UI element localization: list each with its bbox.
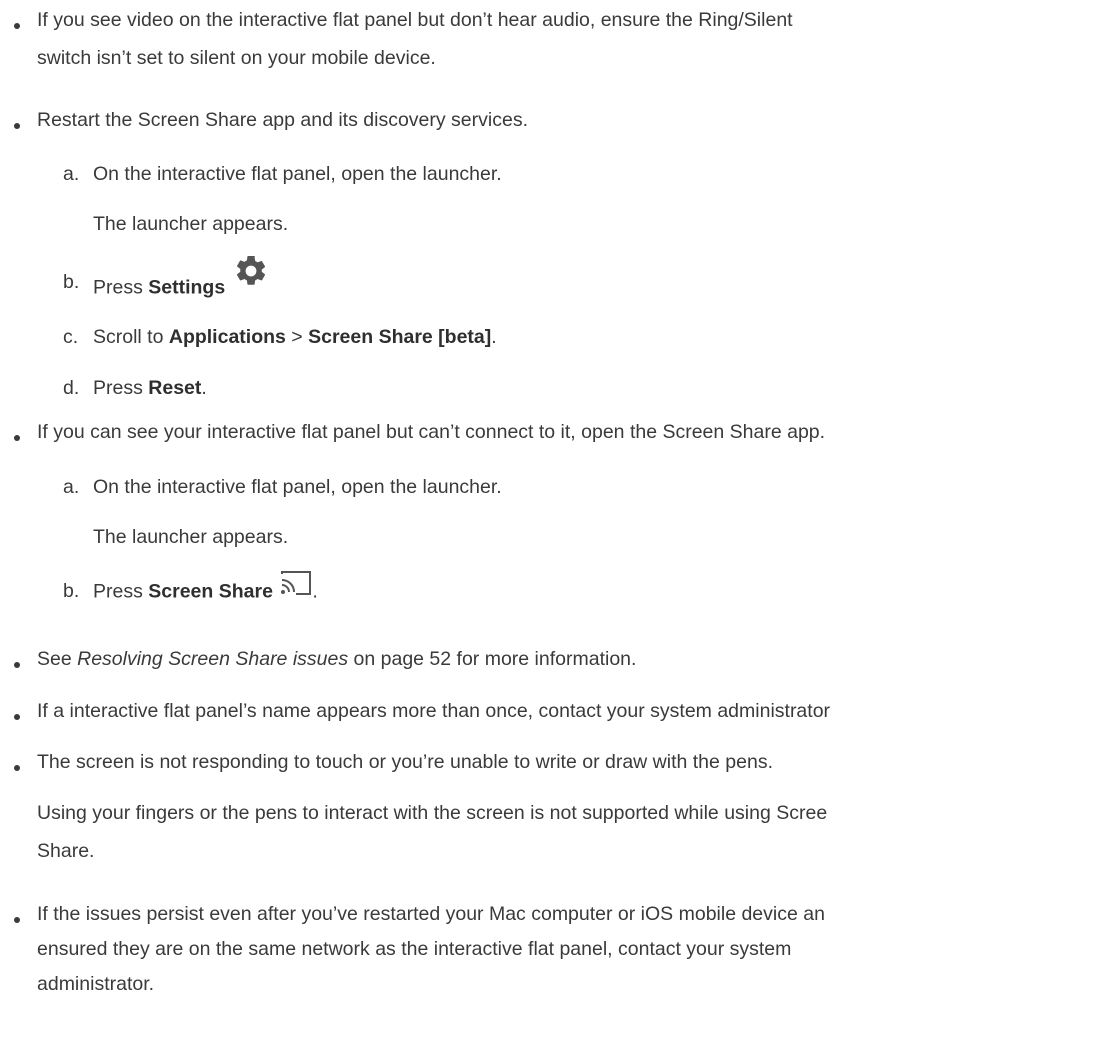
step-letter: a. xyxy=(63,476,80,498)
step-text-screen-share: Press Screen Share . xyxy=(93,571,318,611)
step-text-settings: Press Settings xyxy=(93,255,269,312)
step-letter: d. xyxy=(63,377,80,399)
bullet-paragraph-touch: Using your fingers or the pens to intera… xyxy=(37,796,827,868)
text-line: ensured they are on the same network as … xyxy=(37,938,792,960)
gear-icon xyxy=(233,253,269,300)
text-suffix: on page 52 for more information. xyxy=(348,648,637,670)
bullet-dot xyxy=(14,23,20,29)
bullet-text-see-also: See Resolving Screen Share issues on pag… xyxy=(37,642,636,676)
step-result: The launcher appears. xyxy=(93,213,289,235)
screen-share-beta-label: Screen Share [beta] xyxy=(308,326,492,348)
bullet-dot xyxy=(14,123,20,129)
text-line: If you see video on the interactive flat… xyxy=(37,9,793,31)
bullet-text-persist: If the issues persist even after you’ve … xyxy=(37,897,825,1001)
step-letter: c. xyxy=(63,326,79,348)
separator: > xyxy=(285,326,309,348)
text-line: administrator. xyxy=(37,973,155,995)
settings-label: Settings xyxy=(148,276,226,299)
step-text: On the interactive flat panel, open the … xyxy=(93,476,502,498)
step-result: The launcher appears. xyxy=(93,526,289,548)
text-line: Using your fingers or the pens to intera… xyxy=(37,802,828,824)
step-prefix: Scroll to xyxy=(93,326,169,348)
bullet-text-touch: The screen is not responding to touch or… xyxy=(37,751,773,773)
bullet-text-duplicate-name: If a interactive flat panel’s name appea… xyxy=(37,700,831,722)
step-suffix: . xyxy=(201,377,207,399)
text-line: If the issues persist even after you’ve … xyxy=(37,903,825,925)
bullet-dot xyxy=(14,765,20,771)
bullet-dot xyxy=(14,917,20,923)
text-prefix: See xyxy=(37,648,78,670)
step-letter: a. xyxy=(63,163,80,185)
bullet-text-restart: Restart the Screen Share app and its dis… xyxy=(37,109,528,131)
bullet-dot xyxy=(14,714,20,720)
step-text-scroll: Scroll to Applications > Screen Share [b… xyxy=(93,320,497,354)
text-line: switch isn’t set to silent on your mobil… xyxy=(37,47,436,69)
step-prefix: Press xyxy=(93,580,149,603)
reset-label: Reset xyxy=(148,377,202,399)
step-text: On the interactive flat panel, open the … xyxy=(93,163,502,185)
step-text-reset: Press Reset. xyxy=(93,371,207,405)
step-suffix: . xyxy=(312,580,318,603)
step-prefix: Press xyxy=(93,377,149,399)
step-letter: b. xyxy=(63,580,80,602)
bullet-dot xyxy=(14,435,20,441)
applications-label: Applications xyxy=(168,326,286,348)
bullet-text-connect: If you can see your interactive flat pan… xyxy=(37,421,826,443)
cross-reference-link[interactable]: Resolving Screen Share issues xyxy=(77,648,348,670)
text-line: Share. xyxy=(37,840,95,862)
step-suffix: . xyxy=(491,326,497,348)
cast-icon xyxy=(280,570,312,607)
document-page: If you see video on the interactive flat… xyxy=(0,0,1101,1054)
bullet-dot xyxy=(14,662,20,668)
step-letter: b. xyxy=(63,271,80,293)
step-prefix: Press xyxy=(93,276,149,299)
screen-share-label: Screen Share xyxy=(148,580,273,603)
bullet-text-audio: If you see video on the interactive flat… xyxy=(37,3,793,75)
